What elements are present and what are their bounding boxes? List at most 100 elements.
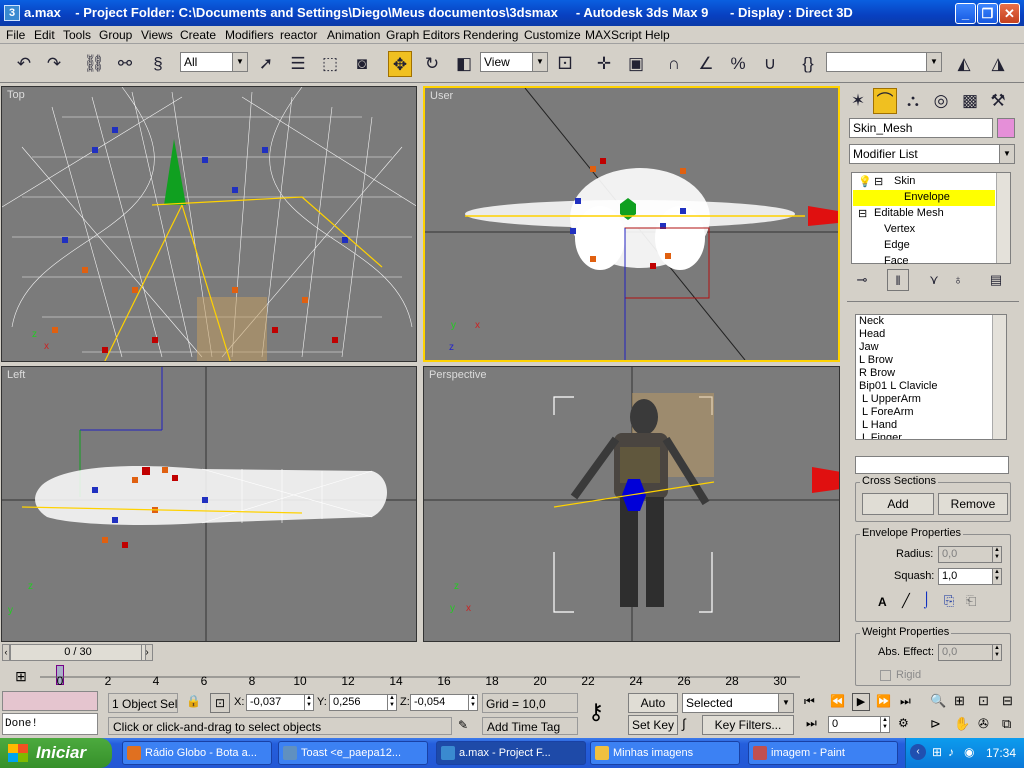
- selection-filter-dropdown[interactable]: All ▼: [180, 52, 248, 72]
- modifier-list-dropdown[interactable]: Modifier List ▼: [849, 144, 1015, 164]
- menu-modifiers[interactable]: Modifiers: [225, 28, 274, 42]
- go-to-end-icon[interactable]: ⏭: [900, 694, 911, 709]
- task-minhas-imagens[interactable]: Minhas imagens: [590, 741, 740, 765]
- track-bar[interactable]: ⊞ 0 2 4 6 8 10 12 14 16 18 20 22 24 26 28 30: [0, 663, 843, 691]
- menu-edit[interactable]: Edit: [34, 28, 55, 42]
- menu-rendering[interactable]: Rendering: [463, 28, 518, 42]
- menu-maxscript[interactable]: MAXScript: [585, 28, 642, 42]
- named-selection-dropdown[interactable]: ▼: [826, 52, 942, 72]
- menu-views[interactable]: Views: [141, 28, 173, 42]
- next-frame-icon[interactable]: ›: [141, 644, 153, 661]
- bone-list-scrollbar[interactable]: [992, 315, 1006, 439]
- y-coordinate-field[interactable]: 0,256 ▲ ▼: [329, 694, 397, 711]
- arc-rotate-icon[interactable]: ✇: [978, 716, 989, 732]
- previous-frame-icon[interactable]: ‹: [2, 644, 10, 661]
- keyboard-shortcut-override-icon[interactable]: ▣: [624, 51, 648, 77]
- bone-item[interactable]: L Hand: [862, 419, 897, 431]
- create-tab-icon[interactable]: ✶: [846, 88, 870, 114]
- viewport-perspective[interactable]: zxy Perspective: [423, 366, 840, 642]
- key-filters-button[interactable]: Key Filters...: [702, 715, 794, 735]
- rectangular-selection-icon[interactable]: ⬚: [318, 51, 342, 77]
- maximize-button[interactable]: ❐: [977, 3, 998, 24]
- network-icon[interactable]: ⊞: [932, 745, 942, 759]
- pin-stack-icon[interactable]: ⊸: [851, 269, 873, 291]
- x-coordinate-field[interactable]: -0,037 ▲ ▼: [246, 694, 314, 711]
- time-configuration-icon[interactable]: ⚙: [898, 716, 909, 730]
- zoom-extents-icon[interactable]: ⊡: [978, 693, 989, 709]
- next-key-icon[interactable]: ⏩: [876, 694, 891, 708]
- z-coordinate-field[interactable]: -0,054 ▲ ▼: [410, 694, 478, 711]
- stack-envelope[interactable]: Envelope: [904, 191, 950, 203]
- close-button[interactable]: ✕: [999, 3, 1020, 24]
- lightbulb-icon[interactable]: 💡: [858, 175, 872, 188]
- stack-editable-mesh[interactable]: Editable Mesh: [874, 207, 944, 219]
- collapse-icon[interactable]: ⊟: [874, 175, 883, 188]
- select-and-manipulate-icon[interactable]: ✛: [592, 51, 616, 77]
- menu-create[interactable]: Create: [180, 28, 216, 42]
- show-hidden-icons-icon[interactable]: ‹: [910, 744, 926, 760]
- undo-icon[interactable]: ↶: [12, 51, 36, 77]
- key-mode-toggle-icon[interactable]: ⏭: [806, 716, 817, 731]
- bone-item[interactable]: Bip01 L Clavicle: [859, 380, 937, 392]
- menu-graph-editors[interactable]: Graph Editors: [386, 28, 460, 42]
- configure-modifier-sets-icon[interactable]: ▤: [985, 269, 1007, 291]
- spinner-snap-icon[interactable]: ∪: [758, 51, 782, 77]
- viewport-label[interactable]: User: [430, 90, 453, 102]
- select-and-move-icon[interactable]: ✥: [388, 51, 412, 77]
- show-end-result-icon[interactable]: ‖: [887, 269, 909, 291]
- go-to-start-icon[interactable]: ⏮: [804, 694, 815, 709]
- utilities-tab-icon[interactable]: ⚒: [986, 88, 1010, 114]
- bone-item[interactable]: R Brow: [859, 367, 895, 379]
- volume-icon[interactable]: ♪: [948, 745, 954, 759]
- absolute-mode-icon[interactable]: ⊡: [210, 693, 230, 713]
- bone-item[interactable]: L Finger: [862, 432, 902, 439]
- copy-icon[interactable]: ⎘: [944, 593, 954, 609]
- menu-animation[interactable]: Animation: [327, 28, 380, 42]
- edit-named-selection-icon[interactable]: {}: [796, 51, 820, 77]
- zoom-extents-all-icon[interactable]: ⊟: [1002, 693, 1013, 709]
- menu-group[interactable]: Group: [99, 28, 132, 42]
- task-radio-globo[interactable]: Rádio Globo - Bota a...: [122, 741, 272, 765]
- motion-tab-icon[interactable]: ◎: [929, 88, 953, 114]
- pivot-center-icon[interactable]: ⚀: [553, 51, 577, 77]
- viewport-label[interactable]: Perspective: [429, 369, 486, 381]
- stack-scrollbar[interactable]: [996, 173, 1010, 263]
- select-object-icon[interactable]: ➚: [254, 51, 278, 77]
- field-of-view-icon[interactable]: ⊳: [930, 716, 941, 732]
- current-frame-field[interactable]: 0 ▲ ▼: [828, 716, 890, 733]
- pan-icon[interactable]: ✋: [954, 716, 970, 732]
- align-icon[interactable]: ◮: [986, 51, 1010, 77]
- display-tab-icon[interactable]: ▩: [958, 88, 982, 114]
- remove-modifier-icon[interactable]: ♁: [947, 269, 969, 291]
- bind-space-warp-icon[interactable]: §: [146, 51, 170, 77]
- bone-item[interactable]: Neck: [859, 315, 884, 327]
- snaps-toggle-icon[interactable]: ∩: [662, 51, 686, 77]
- firefox-tray-icon[interactable]: ◉: [964, 745, 974, 759]
- menu-customize[interactable]: Customize: [524, 28, 581, 42]
- viewport-left[interactable]: zy Left: [1, 366, 417, 642]
- select-by-name-icon[interactable]: ☰: [286, 51, 310, 77]
- menu-reactor[interactable]: reactor: [280, 28, 317, 42]
- make-unique-icon[interactable]: ⋎: [923, 269, 945, 291]
- bone-item[interactable]: L Brow: [859, 354, 893, 366]
- stack-face[interactable]: Face: [884, 255, 908, 267]
- angle-snap-icon[interactable]: ∠: [694, 51, 718, 77]
- abs-effect-spinner[interactable]: 0,0 ▲ ▼: [938, 644, 1002, 661]
- task-3dsmax[interactable]: a.max - Project F...: [436, 741, 586, 765]
- remove-cross-section-button[interactable]: Remove: [938, 493, 1008, 515]
- hierarchy-tab-icon[interactable]: ⛬: [901, 88, 925, 114]
- menu-help[interactable]: Help: [645, 28, 670, 42]
- menu-tools[interactable]: Tools: [63, 28, 91, 42]
- start-button[interactable]: Iniciar: [0, 738, 112, 768]
- select-and-link-icon[interactable]: ⛓: [82, 51, 106, 77]
- task-toast[interactable]: Toast <e_paepa12...: [278, 741, 428, 765]
- stack-skin[interactable]: Skin: [894, 175, 915, 187]
- viewport-top[interactable]: zx Top: [1, 86, 417, 362]
- object-name-field[interactable]: Skin_Mesh: [849, 118, 993, 138]
- bone-item[interactable]: Jaw: [859, 341, 879, 353]
- task-paint[interactable]: imagem - Paint: [748, 741, 898, 765]
- key-mode-dropdown[interactable]: Selected ▼: [682, 693, 794, 713]
- bone-name-field[interactable]: [855, 456, 1009, 474]
- viewport-label[interactable]: Left: [7, 369, 25, 381]
- lock-icon[interactable]: 🔒: [186, 694, 201, 708]
